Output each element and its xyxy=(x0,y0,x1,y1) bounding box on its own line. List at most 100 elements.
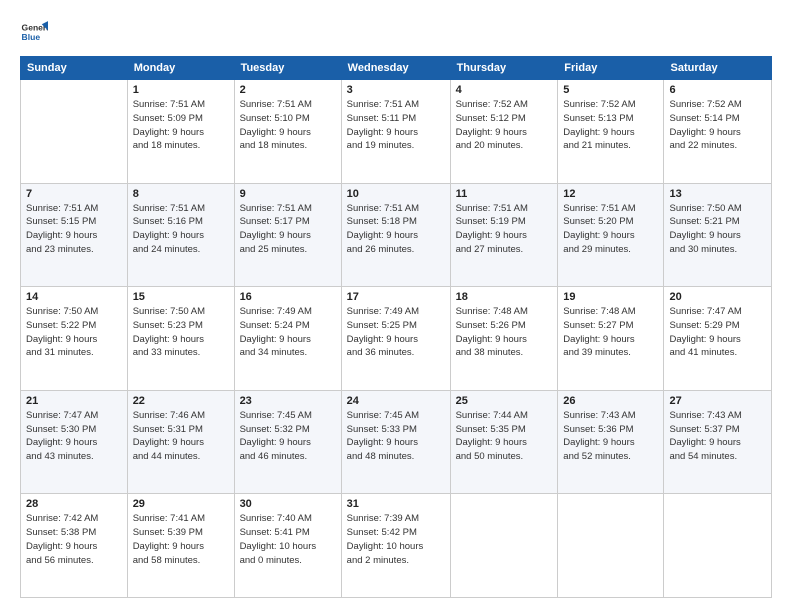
week-row-4: 21 Sunrise: 7:47 AM Sunset: 5:30 PM Dayli… xyxy=(21,390,772,494)
day-cell: 9 Sunrise: 7:51 AM Sunset: 5:17 PM Daylig… xyxy=(234,183,341,287)
day-cell: 29 Sunrise: 7:41 AM Sunset: 5:39 PM Dayli… xyxy=(127,494,234,598)
day-number: 3 xyxy=(347,84,445,96)
header-row: SundayMondayTuesdayWednesdayThursdayFrid… xyxy=(21,57,772,80)
day-number: 28 xyxy=(26,498,122,510)
day-info: Sunrise: 7:52 AM Sunset: 5:14 PM Dayligh… xyxy=(669,98,766,153)
day-info: Sunrise: 7:50 AM Sunset: 5:21 PM Dayligh… xyxy=(669,202,766,257)
logo-icon: General Blue xyxy=(20,18,48,46)
day-cell: 24 Sunrise: 7:45 AM Sunset: 5:33 PM Dayli… xyxy=(341,390,450,494)
day-number: 17 xyxy=(347,291,445,303)
day-info: Sunrise: 7:51 AM Sunset: 5:17 PM Dayligh… xyxy=(240,202,336,257)
day-cell: 21 Sunrise: 7:47 AM Sunset: 5:30 PM Dayli… xyxy=(21,390,128,494)
day-number: 19 xyxy=(563,291,658,303)
day-number: 8 xyxy=(133,188,229,200)
day-number: 6 xyxy=(669,84,766,96)
day-info: Sunrise: 7:45 AM Sunset: 5:33 PM Dayligh… xyxy=(347,409,445,464)
day-info: Sunrise: 7:52 AM Sunset: 5:13 PM Dayligh… xyxy=(563,98,658,153)
day-info: Sunrise: 7:48 AM Sunset: 5:26 PM Dayligh… xyxy=(456,305,553,360)
day-cell: 12 Sunrise: 7:51 AM Sunset: 5:20 PM Dayli… xyxy=(558,183,664,287)
col-header-sunday: Sunday xyxy=(21,57,128,80)
day-number: 2 xyxy=(240,84,336,96)
day-cell: 25Sunrise: 7:44 AM Sunset: 5:35 PM Dayli… xyxy=(450,390,558,494)
day-info: Sunrise: 7:51 AM Sunset: 5:15 PM Dayligh… xyxy=(26,202,122,257)
week-row-2: 7 Sunrise: 7:51 AM Sunset: 5:15 PM Daylig… xyxy=(21,183,772,287)
day-number: 4 xyxy=(456,84,553,96)
day-number: 29 xyxy=(133,498,229,510)
day-info: Sunrise: 7:47 AM Sunset: 5:29 PM Dayligh… xyxy=(669,305,766,360)
day-cell: 27Sunrise: 7:43 AM Sunset: 5:37 PM Dayli… xyxy=(664,390,772,494)
day-number: 9 xyxy=(240,188,336,200)
col-header-friday: Friday xyxy=(558,57,664,80)
day-cell: 2 Sunrise: 7:51 AM Sunset: 5:10 PM Daylig… xyxy=(234,80,341,184)
day-cell xyxy=(664,494,772,598)
day-number: 20 xyxy=(669,291,766,303)
day-number: 24 xyxy=(347,395,445,407)
day-number: 31 xyxy=(347,498,445,510)
day-number: 16 xyxy=(240,291,336,303)
day-cell: 18 Sunrise: 7:48 AM Sunset: 5:26 PM Dayli… xyxy=(450,287,558,391)
day-number: 30 xyxy=(240,498,336,510)
day-number: 5 xyxy=(563,84,658,96)
col-header-thursday: Thursday xyxy=(450,57,558,80)
day-cell: 19 Sunrise: 7:48 AM Sunset: 5:27 PM Dayli… xyxy=(558,287,664,391)
day-info: Sunrise: 7:51 AM Sunset: 5:20 PM Dayligh… xyxy=(563,202,658,257)
day-number: 14 xyxy=(26,291,122,303)
day-cell: 17 Sunrise: 7:49 AM Sunset: 5:25 PM Dayli… xyxy=(341,287,450,391)
week-row-1: 1 Sunrise: 7:51 AM Sunset: 5:09 PM Daylig… xyxy=(21,80,772,184)
day-info: Sunrise: 7:50 AM Sunset: 5:22 PM Dayligh… xyxy=(26,305,122,360)
day-info: Sunrise: 7:50 AM Sunset: 5:23 PM Dayligh… xyxy=(133,305,229,360)
day-cell: 20 Sunrise: 7:47 AM Sunset: 5:29 PM Dayli… xyxy=(664,287,772,391)
day-number: 18 xyxy=(456,291,553,303)
day-number: 21 xyxy=(26,395,122,407)
day-info: Sunrise: 7:43 AM Sunset: 5:36 PM Dayligh… xyxy=(563,409,658,464)
day-cell: 5 Sunrise: 7:52 AM Sunset: 5:13 PM Daylig… xyxy=(558,80,664,184)
svg-text:Blue: Blue xyxy=(22,32,41,42)
day-cell: 3 Sunrise: 7:51 AM Sunset: 5:11 PM Daylig… xyxy=(341,80,450,184)
day-cell: 13Sunrise: 7:50 AM Sunset: 5:21 PM Dayli… xyxy=(664,183,772,287)
day-cell: 7 Sunrise: 7:51 AM Sunset: 5:15 PM Daylig… xyxy=(21,183,128,287)
col-header-wednesday: Wednesday xyxy=(341,57,450,80)
day-info: Sunrise: 7:51 AM Sunset: 5:09 PM Dayligh… xyxy=(133,98,229,153)
logo: General Blue xyxy=(20,18,48,46)
day-cell: 15Sunrise: 7:50 AM Sunset: 5:23 PM Dayli… xyxy=(127,287,234,391)
day-cell: 30Sunrise: 7:40 AM Sunset: 5:41 PM Dayli… xyxy=(234,494,341,598)
day-number: 22 xyxy=(133,395,229,407)
day-number: 23 xyxy=(240,395,336,407)
col-header-saturday: Saturday xyxy=(664,57,772,80)
day-cell xyxy=(558,494,664,598)
day-cell: 4 Sunrise: 7:52 AM Sunset: 5:12 PM Daylig… xyxy=(450,80,558,184)
calendar-page: General Blue SundayMondayTuesdayWednesda… xyxy=(0,0,792,612)
day-cell: 26 Sunrise: 7:43 AM Sunset: 5:36 PM Dayli… xyxy=(558,390,664,494)
day-cell: 22 Sunrise: 7:46 AM Sunset: 5:31 PM Dayli… xyxy=(127,390,234,494)
day-info: Sunrise: 7:44 AM Sunset: 5:35 PM Dayligh… xyxy=(456,409,553,464)
day-cell: 11Sunrise: 7:51 AM Sunset: 5:19 PM Dayli… xyxy=(450,183,558,287)
day-info: Sunrise: 7:49 AM Sunset: 5:25 PM Dayligh… xyxy=(347,305,445,360)
day-cell xyxy=(450,494,558,598)
day-info: Sunrise: 7:47 AM Sunset: 5:30 PM Dayligh… xyxy=(26,409,122,464)
day-number: 7 xyxy=(26,188,122,200)
day-number: 10 xyxy=(347,188,445,200)
day-cell: 23 Sunrise: 7:45 AM Sunset: 5:32 PM Dayli… xyxy=(234,390,341,494)
day-info: Sunrise: 7:51 AM Sunset: 5:10 PM Dayligh… xyxy=(240,98,336,153)
day-number: 27 xyxy=(669,395,766,407)
day-info: Sunrise: 7:51 AM Sunset: 5:16 PM Dayligh… xyxy=(133,202,229,257)
day-number: 26 xyxy=(563,395,658,407)
header: General Blue xyxy=(20,18,772,46)
day-info: Sunrise: 7:45 AM Sunset: 5:32 PM Dayligh… xyxy=(240,409,336,464)
day-info: Sunrise: 7:41 AM Sunset: 5:39 PM Dayligh… xyxy=(133,512,229,567)
day-cell xyxy=(21,80,128,184)
day-info: Sunrise: 7:51 AM Sunset: 5:18 PM Dayligh… xyxy=(347,202,445,257)
day-info: Sunrise: 7:48 AM Sunset: 5:27 PM Dayligh… xyxy=(563,305,658,360)
day-info: Sunrise: 7:51 AM Sunset: 5:11 PM Dayligh… xyxy=(347,98,445,153)
day-info: Sunrise: 7:51 AM Sunset: 5:19 PM Dayligh… xyxy=(456,202,553,257)
day-cell: 1 Sunrise: 7:51 AM Sunset: 5:09 PM Daylig… xyxy=(127,80,234,184)
day-info: Sunrise: 7:46 AM Sunset: 5:31 PM Dayligh… xyxy=(133,409,229,464)
day-cell: 16Sunrise: 7:49 AM Sunset: 5:24 PM Dayli… xyxy=(234,287,341,391)
day-cell: 14 Sunrise: 7:50 AM Sunset: 5:22 PM Dayli… xyxy=(21,287,128,391)
day-info: Sunrise: 7:42 AM Sunset: 5:38 PM Dayligh… xyxy=(26,512,122,567)
day-info: Sunrise: 7:52 AM Sunset: 5:12 PM Dayligh… xyxy=(456,98,553,153)
day-number: 12 xyxy=(563,188,658,200)
col-header-tuesday: Tuesday xyxy=(234,57,341,80)
day-number: 1 xyxy=(133,84,229,96)
week-row-3: 14 Sunrise: 7:50 AM Sunset: 5:22 PM Dayli… xyxy=(21,287,772,391)
